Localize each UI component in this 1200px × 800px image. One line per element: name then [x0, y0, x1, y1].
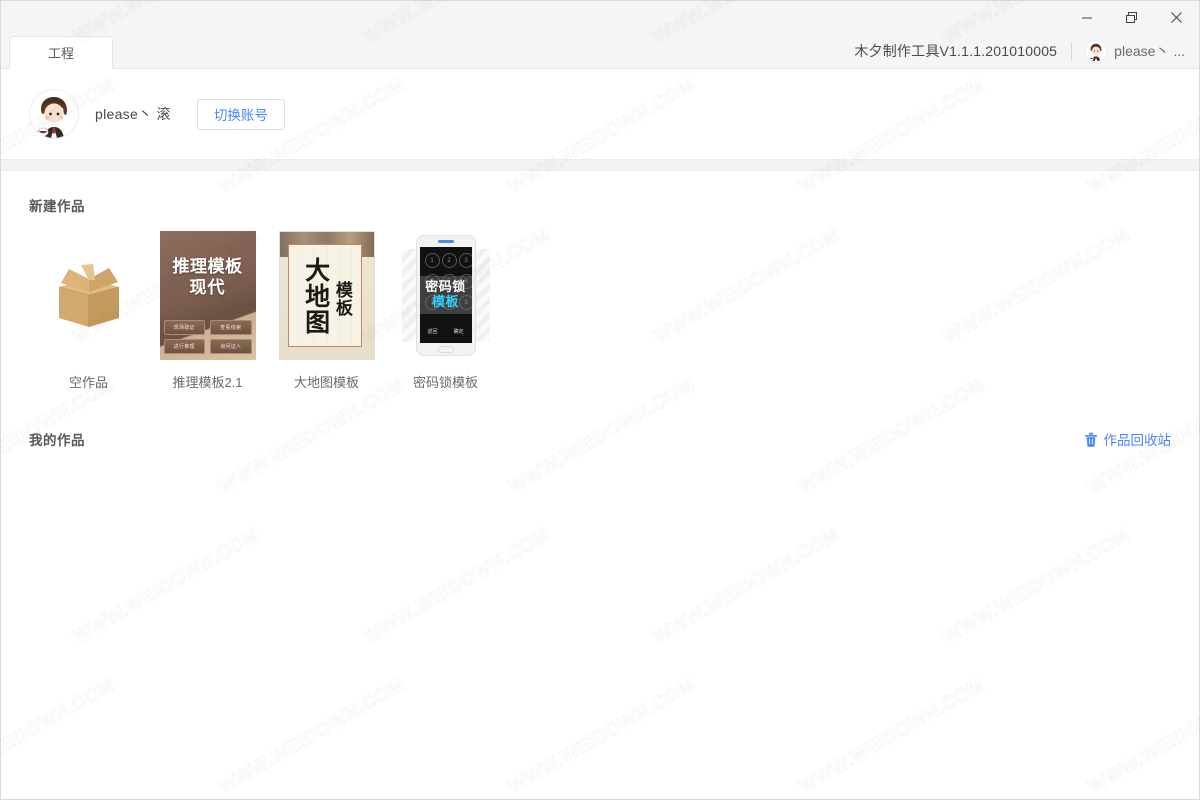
trash-icon — [1084, 432, 1097, 447]
template-card-bigmap[interactable]: 大地图 模板 大地图模板 — [267, 231, 386, 391]
bigmap-cover-image: 大地图 模板 — [279, 232, 374, 359]
title-bar — [1, 1, 1199, 34]
header-user-name: please丶 ... — [1114, 43, 1185, 59]
tab-project[interactable]: 工程 — [9, 36, 113, 69]
passlock-cover-right-panel — [473, 249, 490, 342]
passlock-cover-line1: 密码锁 — [425, 279, 466, 295]
header-user[interactable]: please丶 ... — [1072, 40, 1185, 62]
recycle-bin-link[interactable]: 作品回收站 — [1084, 429, 1172, 449]
template-grid: 空作品 推理模板 现代 现场取证 查看线索 进行推理 询问证人 推理模板2.1 … — [29, 231, 1171, 391]
phone-home-indicator — [437, 346, 454, 353]
template-thumb-passlock: 1 2 3 4 5 6 7 8 9 密码锁 模板 返回 确定 — [397, 231, 494, 360]
reasoning-cover-button: 查看线索 — [210, 320, 252, 335]
keypad-key: 1 — [424, 253, 440, 268]
template-thumb-bigmap: 大地图 模板 — [278, 231, 375, 360]
section-divider-band — [1, 159, 1199, 171]
reasoning-cover-line1: 推理模板 — [172, 257, 243, 277]
reasoning-cover-line2: 现代 — [189, 278, 226, 298]
template-label-empty: 空作品 — [68, 375, 108, 390]
restore-button[interactable] — [1109, 1, 1154, 34]
passlock-cover-line2: 模板 — [431, 294, 459, 310]
passlock-cover-image: 1 2 3 4 5 6 7 8 9 密码锁 模板 返回 确定 — [397, 231, 494, 360]
reasoning-cover-button: 询问证人 — [210, 339, 252, 354]
window-controls — [1064, 1, 1199, 34]
new-works-title: 新建作品 — [29, 199, 85, 214]
account-user-name: please丶 滚 — [95, 106, 171, 122]
bigmap-cover-col2: 模板 — [331, 280, 352, 317]
passlock-action-confirm: 确定 — [453, 329, 464, 335]
bigmap-cover-col1: 大地图 — [301, 256, 331, 335]
account-bar: please丶 滚 切换账号 — [1, 69, 1199, 159]
reasoning-cover-button: 现场取证 — [163, 320, 205, 335]
passlock-cover-left-panel — [401, 249, 418, 342]
keypad-key: 2 — [441, 253, 457, 268]
tab-project-label: 工程 — [47, 46, 74, 61]
passlock-cover-actions: 返回 确定 — [420, 328, 472, 335]
minimize-button[interactable] — [1064, 1, 1109, 34]
title-meta: 木夕制作工具V1.1.1.201010005 please丶 ... — [854, 34, 1199, 68]
bigmap-cover-text: 大地图 模板 — [280, 232, 374, 359]
tab-strip: 工程 木夕制作工具V1.1.1.201010005 please丶 ... — [1, 34, 1199, 69]
main-content: 新建作品 空作品 推理模板 现代 现场取证 查看线索 进行推理 询问证人 推理模… — [1, 171, 1199, 799]
avatar-icon — [1086, 41, 1107, 61]
reasoning-cover-button: 进行推理 — [163, 339, 205, 354]
template-label-reasoning: 推理模板2.1 — [172, 375, 243, 390]
my-works-header: 我的作品 作品回收站 — [29, 429, 1171, 449]
template-thumb-empty — [41, 231, 137, 360]
template-card-reasoning[interactable]: 推理模板 现代 现场取证 查看线索 进行推理 询问证人 推理模板2.1 — [148, 231, 267, 391]
template-card-passlock[interactable]: 1 2 3 4 5 6 7 8 9 密码锁 模板 返回 确定 密码锁模板 — [386, 231, 505, 391]
keypad-key: 3 — [458, 253, 472, 268]
template-label-bigmap: 大地图模板 — [293, 375, 359, 390]
template-card-empty[interactable]: 空作品 — [29, 231, 148, 391]
app-window: 工程 木夕制作工具V1.1.1.201010005 please丶 ... pl… — [0, 0, 1200, 800]
my-works-title: 我的作品 — [29, 433, 85, 448]
template-thumb-reasoning: 推理模板 现代 现场取证 查看线索 进行推理 询问证人 — [159, 231, 256, 360]
account-avatar[interactable] — [29, 89, 79, 139]
close-icon — [1171, 12, 1182, 23]
tab-list: 工程 — [1, 36, 113, 69]
phone-screen: 1 2 3 4 5 6 7 8 9 密码锁 模板 返回 确定 — [419, 247, 472, 343]
app-title: 木夕制作工具V1.1.1.201010005 — [854, 43, 1058, 59]
passlock-action-back: 返回 — [427, 329, 438, 335]
switch-account-label: 切换账号 — [213, 108, 268, 123]
reasoning-cover-image: 推理模板 现代 现场取证 查看线索 进行推理 询问证人 — [159, 231, 256, 360]
reasoning-cover-text: 推理模板 现代 — [160, 231, 256, 324]
phone-mockup: 1 2 3 4 5 6 7 8 9 密码锁 模板 返回 确定 — [416, 236, 475, 355]
restore-icon — [1126, 12, 1137, 23]
phone-notch — [437, 240, 454, 243]
cardboard-box-icon — [41, 231, 137, 360]
close-button[interactable] — [1154, 1, 1199, 34]
template-label-passlock: 密码锁模板 — [412, 375, 478, 390]
reasoning-cover-buttons: 现场取证 查看线索 进行推理 询问证人 — [163, 320, 252, 354]
passlock-cover-text: 密码锁 模板 — [420, 276, 472, 314]
minimize-icon — [1081, 17, 1092, 18]
avatar-icon — [30, 90, 78, 138]
switch-account-button[interactable]: 切换账号 — [196, 98, 285, 130]
recycle-bin-label: 作品回收站 — [1103, 433, 1172, 448]
avatar — [1085, 40, 1108, 62]
